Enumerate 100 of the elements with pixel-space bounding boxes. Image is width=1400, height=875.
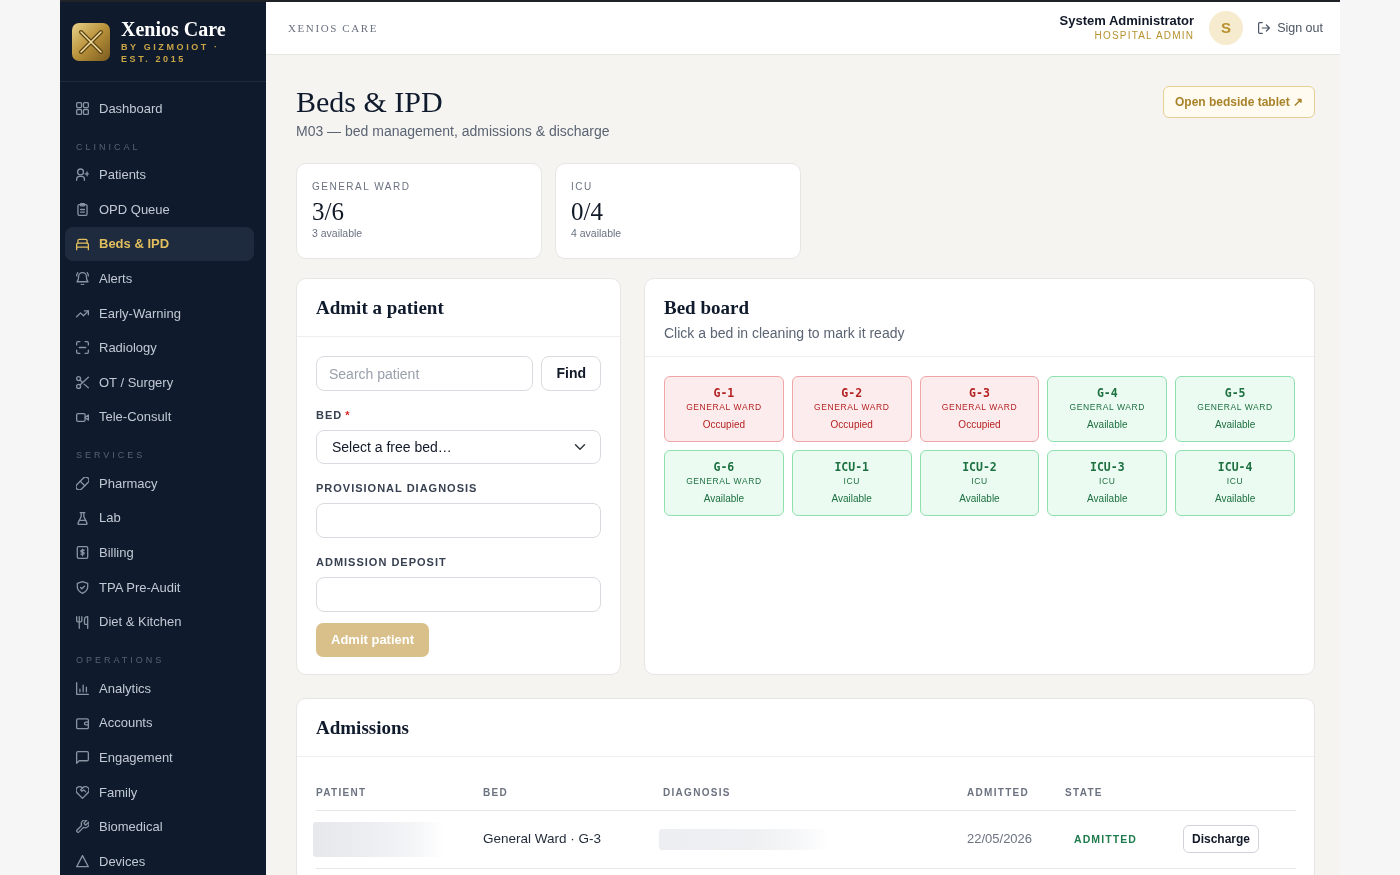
user-role: HOSPITAL ADMIN [1094, 29, 1195, 43]
sign-out-icon [1258, 22, 1271, 34]
bell-icon [76, 272, 89, 286]
stat-value: 0/4 [571, 197, 604, 227]
sidebar-item[interactable]: Analytics [65, 671, 254, 706]
input-field[interactable] [316, 577, 601, 612]
bed-status: Occupied [702, 418, 745, 431]
sidebar-item[interactable]: Tele-Consult [65, 399, 254, 435]
field-label: BED * [316, 408, 352, 422]
column-header: STATE [1065, 776, 1183, 810]
bed-id: G-6 [713, 460, 735, 474]
stat-note: 4 available [571, 227, 623, 240]
clipboard-icon [76, 203, 89, 216]
sign-out-button[interactable]: Sign out [1258, 18, 1323, 38]
bed-tile[interactable]: ICU-1 ICU Available [791, 450, 912, 516]
bed-id: ICU-3 [1089, 460, 1125, 474]
sidebar-item[interactable]: Family [65, 775, 254, 810]
scissors-icon [76, 375, 89, 389]
ward-label: ICU [1099, 476, 1116, 487]
chat-icon [76, 751, 89, 765]
bed-id: G-2 [841, 386, 863, 400]
column-header: DIAGNOSIS [663, 776, 967, 810]
bed-id: ICU-2 [962, 460, 997, 474]
bed-id: ICU-1 [834, 460, 869, 474]
sidebar-item[interactable]: Radiology [65, 330, 254, 366]
bed-id: ICU-4 [1217, 460, 1253, 474]
bed-tile[interactable]: G-1 GENERAL WARD Occupied [664, 376, 784, 442]
sidebar-item[interactable]: Billing [65, 535, 254, 571]
page-subtitle: M03 — bed management, admissions & discharge [296, 122, 610, 140]
bed-tile[interactable]: G-2 GENERAL WARD Occupied [791, 376, 912, 442]
brand-tagline: BY GIZMOIOT · EST. 2015 [121, 41, 221, 65]
sidebar-item[interactable]: Alerts [65, 261, 254, 296]
ward-label: GENERAL WARD [813, 402, 890, 413]
sidebar-item[interactable]: Beds & IPD [65, 226, 254, 262]
sidebar-section-label: OPERATIONS [75, 655, 166, 667]
column-header: PATIENT [316, 776, 483, 810]
sidebar-item[interactable]: Early-Warning [65, 295, 254, 331]
bed-status: Available [1087, 418, 1128, 431]
ward-label: GENERAL WARD [941, 402, 1018, 413]
utensils-icon [76, 615, 89, 629]
card-subtitle: Click a bed in cleaning to mark it ready [664, 324, 906, 342]
bed-tile[interactable]: G-5 GENERAL WARD Available [1175, 376, 1295, 442]
card-title: Admit a patient [316, 296, 445, 320]
stat-label: ICU [571, 181, 594, 193]
discharge-button[interactable]: Discharge [1183, 825, 1260, 853]
bar-chart-icon [76, 682, 89, 696]
bed-tile[interactable]: G-3 GENERAL WARD Occupied [919, 376, 1040, 442]
card-title: Bed board [664, 296, 750, 320]
sidebar-item[interactable]: Biomedical [65, 809, 254, 845]
bed-icon [76, 237, 89, 251]
stat-note: 3 available [312, 227, 364, 240]
sidebar-item[interactable]: Accounts [65, 705, 254, 741]
heart-icon [76, 785, 89, 799]
ward-label: GENERAL WARD [1069, 402, 1146, 413]
sidebar-item[interactable]: TPA Pre-Audit [65, 570, 254, 605]
user-plus-icon [76, 168, 89, 182]
bed-tile[interactable]: G-4 GENERAL WARD Available [1047, 376, 1168, 442]
bed-id: G-4 [1096, 386, 1118, 400]
sidebar-item[interactable]: Pharmacy [65, 466, 254, 501]
sidebar-item[interactable]: OT / Surgery [65, 365, 254, 400]
sidebar-item[interactable]: Devices [65, 844, 254, 875]
bed-status: Available [703, 492, 745, 505]
bed-tile[interactable]: ICU-3 ICU Available [1047, 450, 1168, 516]
ward-label: ICU [843, 476, 860, 487]
triangle-icon [76, 855, 89, 869]
bed-tile[interactable]: G-6 GENERAL WARD Available [664, 450, 784, 516]
bed-tile[interactable]: ICU-4 ICU Available [1175, 450, 1295, 516]
grid-icon [76, 101, 89, 115]
search-field[interactable]: Search patient [316, 356, 534, 391]
sidebar-item[interactable]: OPD Queue [65, 192, 254, 227]
receipt-icon [76, 546, 89, 560]
field-label: PROVISIONAL DIAGNOSIS [316, 481, 479, 495]
table-cell: 22/05/2026 [967, 810, 1065, 868]
user-avatar: S [1209, 11, 1244, 45]
wrench-icon [76, 820, 89, 834]
sidebar-item[interactable]: Diet & Kitchen [65, 604, 254, 640]
bed-id: G-1 [713, 386, 735, 400]
bed-select[interactable]: Select a free bed… [316, 430, 601, 464]
video-camera-icon [76, 410, 89, 424]
ward-label: GENERAL WARD [1197, 402, 1273, 413]
find-button[interactable]: Find [541, 356, 601, 391]
bed-id: G-3 [969, 386, 990, 400]
field-label: ADMISSION DEPOSIT [316, 555, 448, 569]
page-title: Beds & IPD [296, 84, 444, 120]
ward-label: ICU [971, 476, 988, 487]
ward-label: GENERAL WARD [686, 476, 762, 487]
bed-status: Occupied [958, 418, 1001, 431]
bed-status: Available [831, 492, 872, 505]
sidebar-item[interactable]: Engagement [65, 740, 254, 776]
bed-status: Available [1214, 492, 1256, 505]
sidebar-item[interactable]: Dashboard [65, 91, 254, 126]
bed-tile[interactable]: ICU-2 ICU Available [919, 450, 1040, 516]
scan-icon [76, 341, 89, 355]
input-field[interactable] [316, 503, 601, 538]
wallet-icon [76, 716, 89, 730]
bed-status: Available [1214, 418, 1256, 431]
bed-status: Available [1087, 492, 1128, 505]
header-brand-text: XENIOS CARE [288, 20, 379, 36]
sidebar-item[interactable]: Patients [65, 157, 254, 193]
sidebar-item[interactable]: Lab [65, 500, 254, 536]
